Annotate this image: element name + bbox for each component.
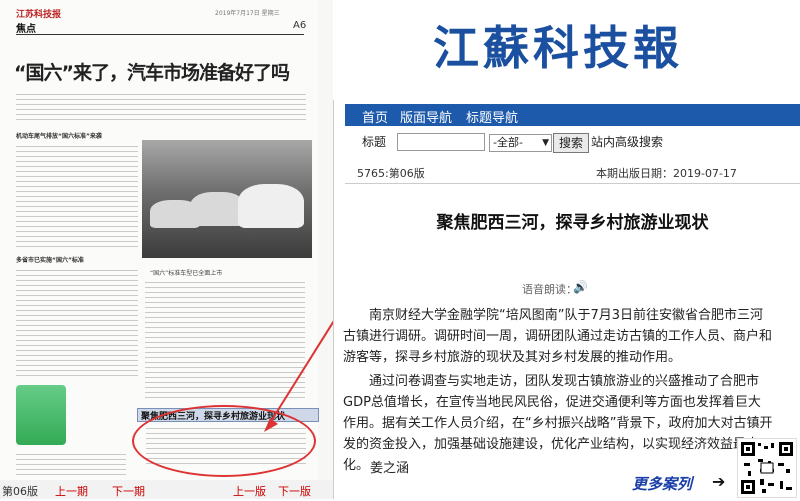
article-paragraph: 南京财经大学金融学院“培风图南”队于7月3日前往安徽省合肥市三河古镇进行调研。调…: [343, 308, 773, 365]
next-page-link[interactable]: 下一版: [278, 483, 311, 499]
site-logo: 江蘇科技報: [433, 21, 683, 75]
nav-home[interactable]: 首页: [362, 107, 388, 126]
qr-code: [737, 438, 797, 498]
advanced-search-link[interactable]: 站内高级搜索: [591, 133, 663, 150]
edition-label: 第06版: [2, 485, 38, 498]
prev-page-link[interactable]: 上一版: [233, 483, 266, 499]
more-cases-link[interactable]: 更多案列: [632, 473, 692, 494]
search-input[interactable]: [397, 133, 485, 151]
search-scope-select[interactable]: -全部- ▼: [489, 134, 552, 152]
publish-date: 本期出版日期：2019-07-17: [596, 167, 737, 180]
prev-issue-link[interactable]: 上一期: [55, 483, 88, 499]
newspaper-page-preview: 江苏科技报 2019年7月17日 星期三 焦点 A6 “国六”来了，汽车市场准备…: [0, 0, 334, 499]
meta-divider: [345, 183, 800, 184]
issue-number: 5765:第06版: [357, 167, 425, 180]
speaker-icon[interactable]: 🔊: [573, 280, 588, 294]
nav-title-index[interactable]: 标题导航: [466, 107, 518, 126]
nav-page-index[interactable]: 版面导航: [400, 107, 452, 126]
search-label: 标题: [362, 135, 387, 149]
arrow-right-icon: ➔: [712, 472, 726, 491]
article-author: 姜之涵: [370, 461, 410, 476]
next-issue-link[interactable]: 下一期: [112, 483, 145, 499]
search-button[interactable]: 搜索: [553, 133, 589, 153]
red-arrow-annotation: [264, 320, 333, 432]
search-bar: 标题 -全部- ▼ 搜索 站内高级搜索: [345, 126, 800, 158]
article-title: 聚焦肥西三河，探寻乡村旅游业现状: [436, 213, 709, 233]
audio-read-label: 语音朗读：: [522, 283, 577, 296]
main-nav: 首页 版面导航 标题导航: [345, 104, 800, 126]
chevron-down-icon: ▼: [542, 138, 549, 148]
